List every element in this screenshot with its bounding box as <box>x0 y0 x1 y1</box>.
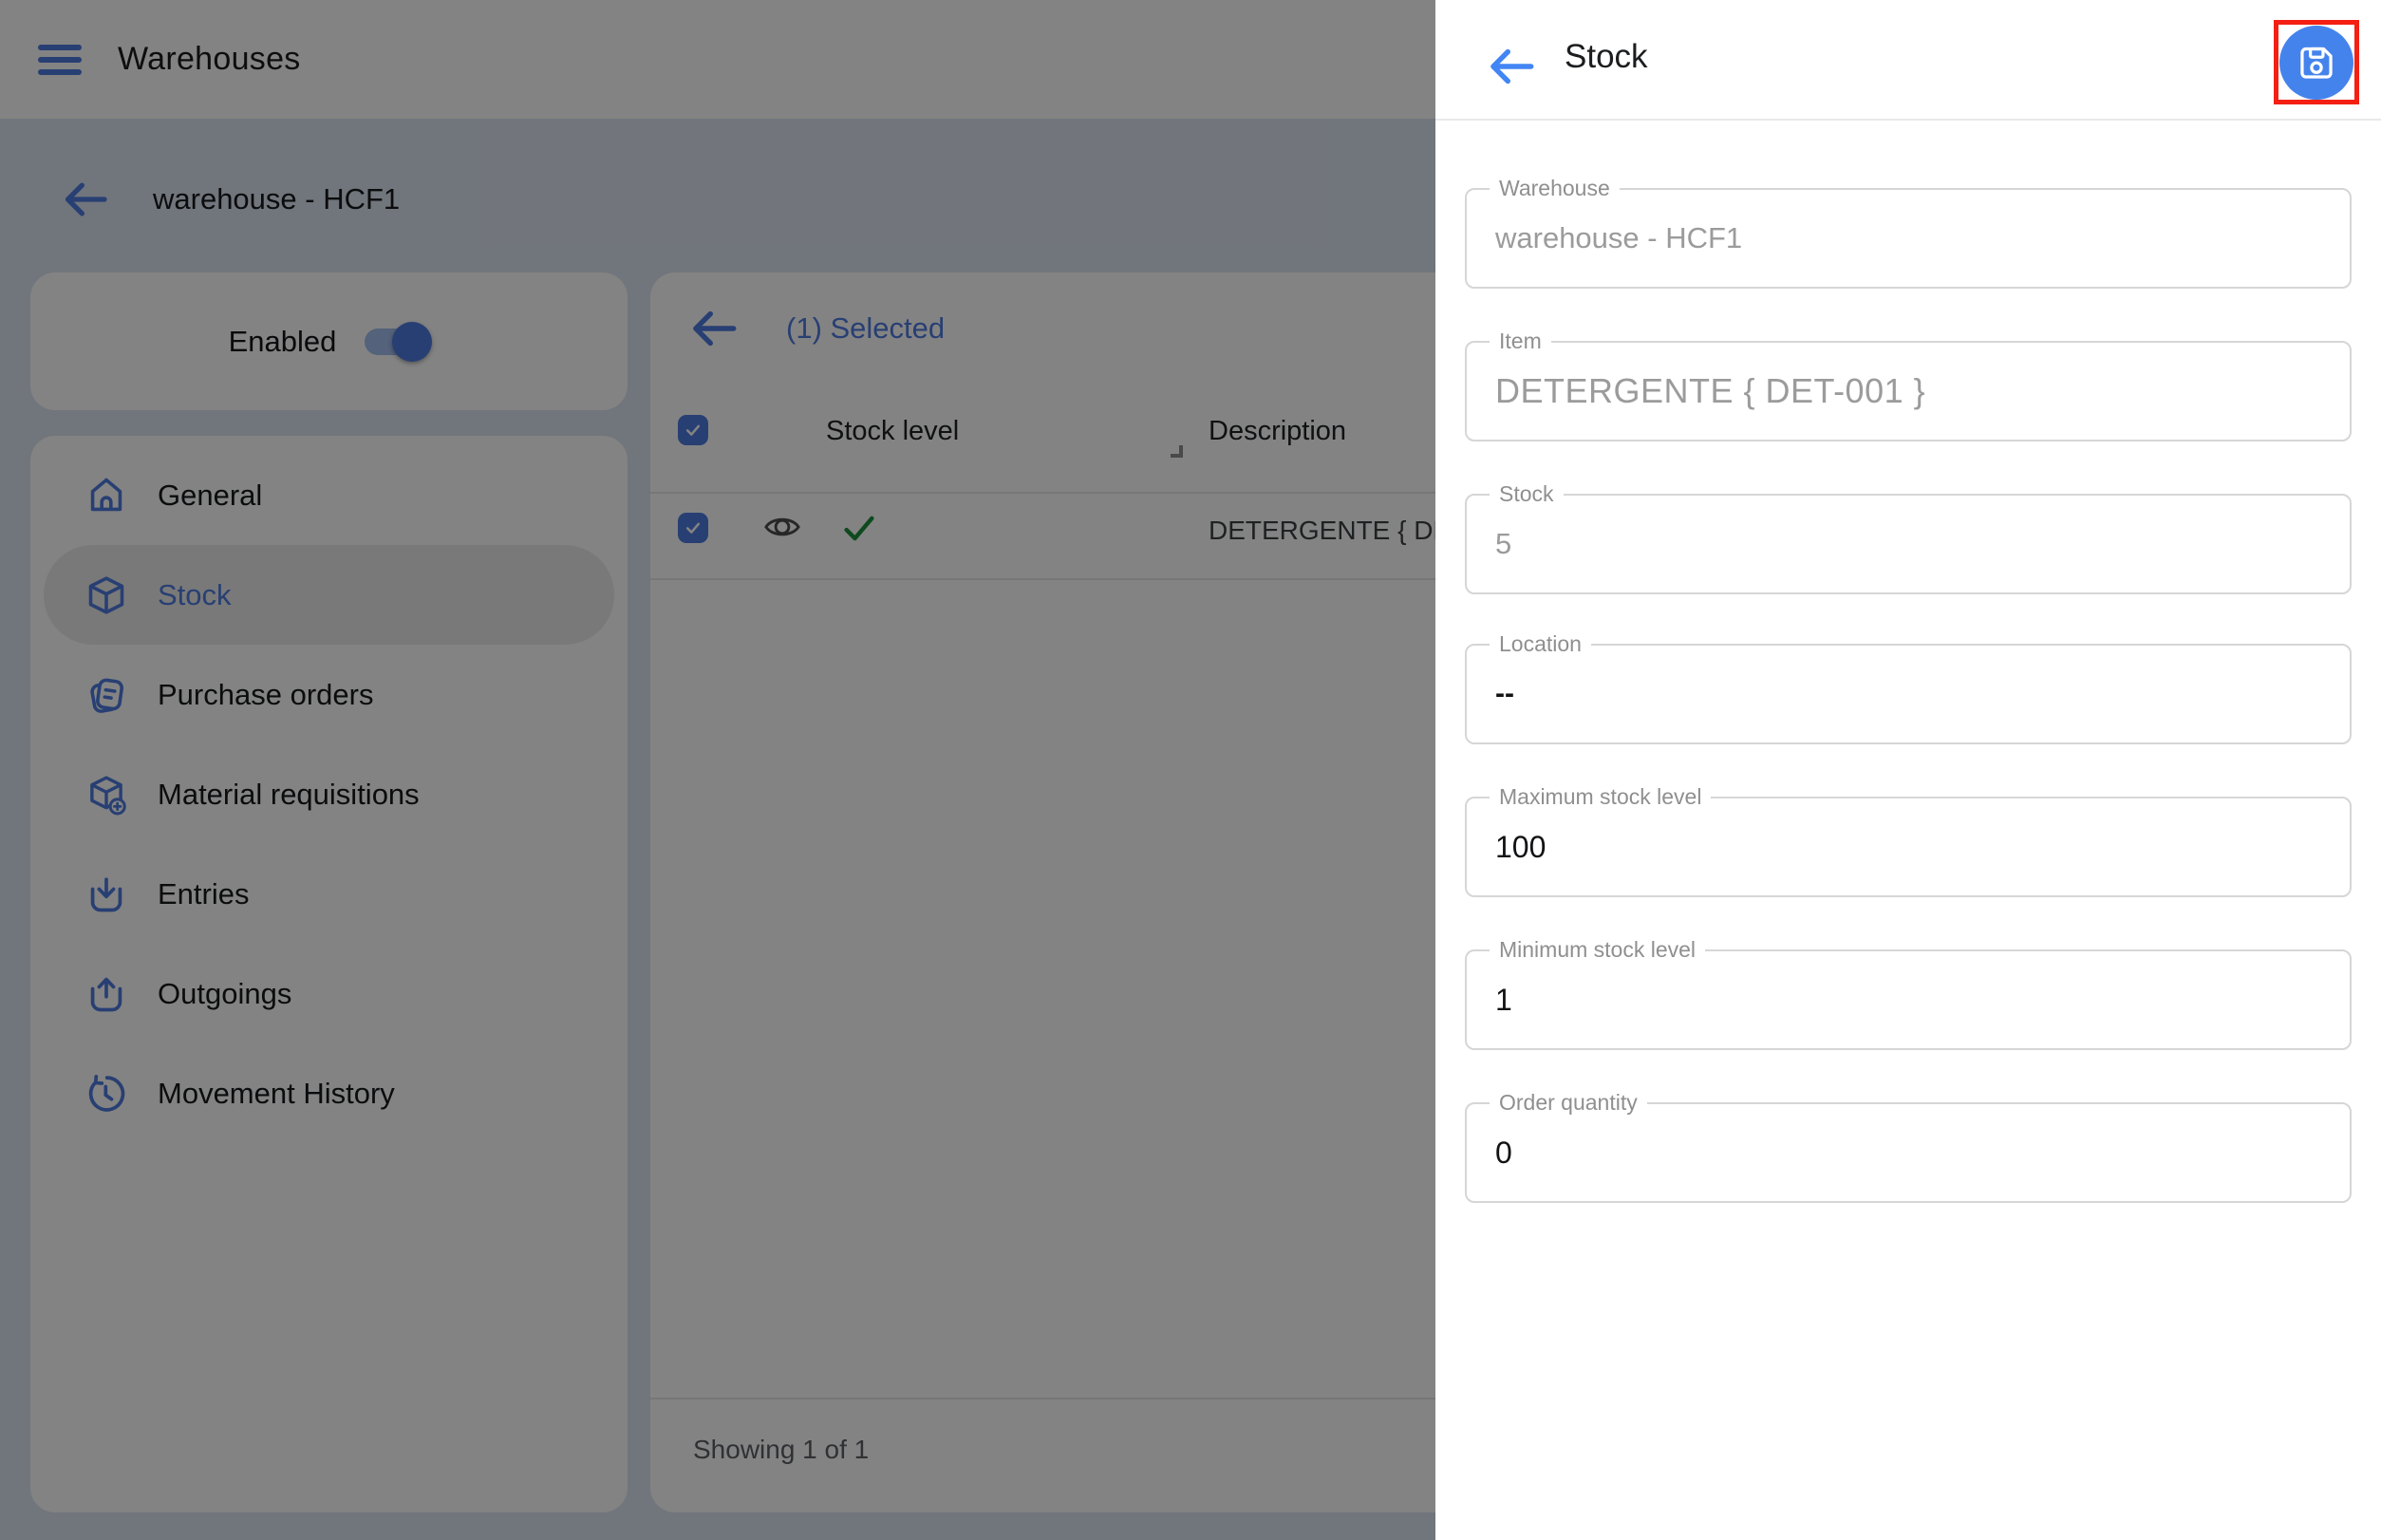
drawer-title: Stock <box>1565 38 1648 76</box>
field-warehouse: Warehouse warehouse - HCF1 <box>1465 188 2352 289</box>
warehouse-input: warehouse - HCF1 <box>1467 190 2350 287</box>
field-location: Location -- <box>1465 644 2352 744</box>
field-label: Order quantity <box>1490 1090 1647 1116</box>
drawer-back-arrow-icon[interactable] <box>1483 39 1538 94</box>
minimum-stock-level-input[interactable]: 1 <box>1467 951 2350 1048</box>
field-label: Warehouse <box>1490 176 1620 201</box>
stock-edit-drawer: Stock Warehouse warehouse - HCF1 Item DE… <box>1435 0 2381 1540</box>
drawer-header: Stock <box>1435 0 2381 121</box>
location-input[interactable]: -- <box>1467 646 2350 742</box>
tutorial-highlight-box <box>2274 20 2359 104</box>
item-input: DETERGENTE { DET-001 } <box>1467 343 2350 440</box>
field-label: Stock <box>1490 481 1564 507</box>
save-button[interactable] <box>2279 26 2353 100</box>
field-item: Item DETERGENTE { DET-001 } <box>1465 341 2352 441</box>
field-maximum-stock-level: Maximum stock level 100 <box>1465 797 2352 897</box>
field-order-quantity: Order quantity 0 <box>1465 1102 2352 1203</box>
warehouses-app: Warehouses warehouse - HCF1 Enabled Gene… <box>0 0 2381 1540</box>
field-minimum-stock-level: Minimum stock level 1 <box>1465 949 2352 1050</box>
field-label: Item <box>1490 329 1551 354</box>
field-stock: Stock 5 <box>1465 494 2352 594</box>
order-quantity-input[interactable]: 0 <box>1467 1104 2350 1201</box>
stock-input: 5 <box>1467 496 2350 592</box>
field-label: Maximum stock level <box>1490 784 1711 810</box>
field-label: Minimum stock level <box>1490 937 1705 963</box>
maximum-stock-level-input[interactable]: 100 <box>1467 798 2350 895</box>
field-label: Location <box>1490 631 1591 657</box>
save-floppy-icon <box>2296 42 2337 84</box>
